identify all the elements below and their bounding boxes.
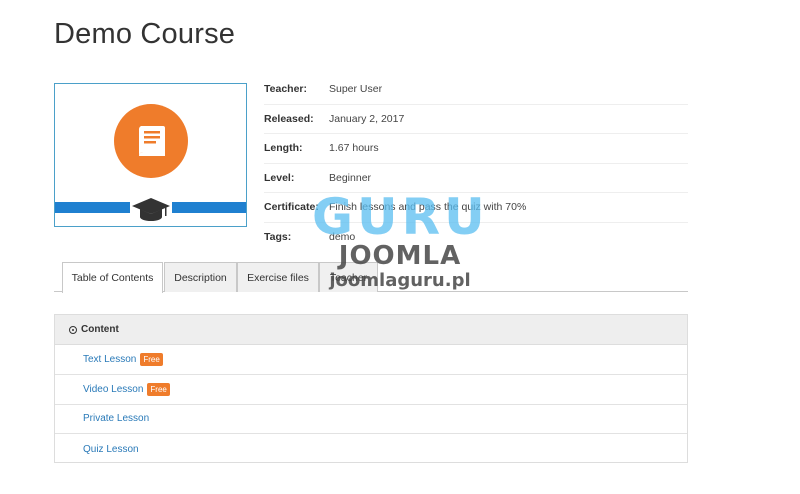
info-row-released: Released: January 2, 2017 <box>264 105 688 134</box>
info-value: Beginner <box>329 171 372 184</box>
tab-table-of-contents[interactable]: Table of Contents <box>62 262 163 293</box>
tag-demo[interactable]: demo <box>329 231 355 243</box>
info-row-length: Length: 1.67 hours <box>264 134 688 164</box>
lesson-link-video-lesson[interactable]: Video Lesson <box>83 384 143 395</box>
tab-teacher[interactable]: Teacher <box>319 262 378 292</box>
collapse-circle-icon[interactable] <box>69 325 77 334</box>
course-image <box>54 83 247 227</box>
course-illustration <box>55 104 246 221</box>
course-info-table: Teacher: Super User Released: January 2,… <box>264 75 688 251</box>
info-value: Super User <box>329 83 383 96</box>
info-value: Finish lessons and pass the quiz with 70… <box>329 201 527 214</box>
list-item: Quiz Lesson <box>55 434 687 464</box>
list-item: Video Lesson Free <box>55 375 687 405</box>
list-item: Private Lesson <box>55 405 687 435</box>
info-row-teacher: Teacher: Super User <box>264 75 688 105</box>
book-icon <box>138 126 165 156</box>
tab-description[interactable]: Description <box>164 262 237 292</box>
info-row-tags: Tags: demo <box>264 223 688 252</box>
lesson-link-private-lesson[interactable]: Private Lesson <box>83 413 149 424</box>
tab-exercise-files[interactable]: Exercise files <box>237 262 319 292</box>
lesson-link-text-lesson[interactable]: Text Lesson <box>83 354 136 365</box>
info-label: Tags: <box>264 230 292 243</box>
list-item: Text Lesson Free <box>55 345 687 375</box>
free-badge: Free <box>140 352 163 366</box>
info-row-certificate: Certificate: Finish lessons and pass the… <box>264 193 688 223</box>
course-tabs: Table of Contents Description Exercise f… <box>54 262 688 293</box>
info-label: Certificate: <box>264 201 319 214</box>
table-of-contents-panel: Content Text Lesson Free Video Lesson Fr… <box>54 314 688 463</box>
info-value: 1.67 hours <box>329 142 379 155</box>
info-label: Level: <box>264 171 295 184</box>
lesson-link-quiz-lesson[interactable]: Quiz Lesson <box>83 444 139 455</box>
content-section-header[interactable]: Content <box>55 315 687 345</box>
content-section-title: Content <box>81 324 119 335</box>
free-badge: Free <box>147 382 170 396</box>
info-label: Teacher: <box>264 83 307 96</box>
page-title: Demo Course <box>54 18 236 50</box>
graduation-cap-icon <box>130 198 172 221</box>
info-row-level: Level: Beginner <box>264 164 688 193</box>
info-label: Released: <box>264 112 314 125</box>
info-label: Length: <box>264 142 303 155</box>
info-value: January 2, 2017 <box>329 112 405 125</box>
